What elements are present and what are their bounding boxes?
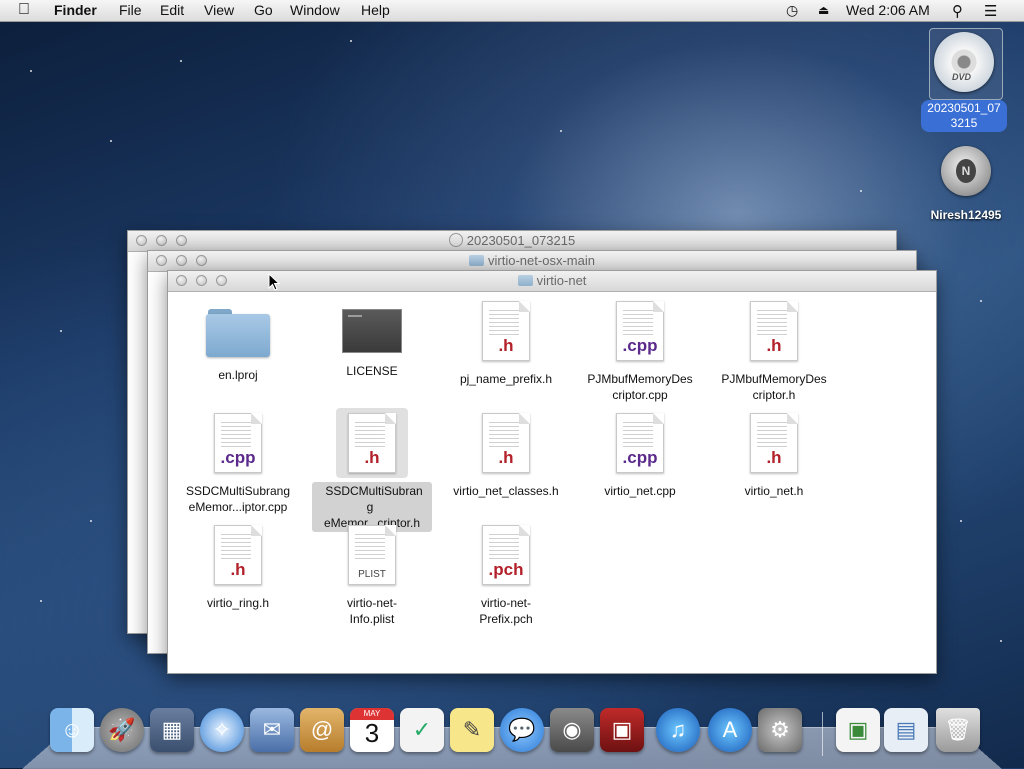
file-label: virtio_net.h <box>744 484 804 498</box>
menu-go[interactable]: Go <box>254 2 273 18</box>
window-title: virtio-net <box>536 273 587 288</box>
file-item-pj-name-prefix-h[interactable]: .h pj_name_prefix.h <box>446 301 566 387</box>
file-item-license[interactable]: LICENSE <box>312 301 432 379</box>
plist-file-icon: PLIST <box>348 525 396 585</box>
folder-icon <box>469 255 485 266</box>
finder-dock-icon[interactable]: ☺ <box>50 708 94 752</box>
desktop-dvd[interactable]: DVD 20230501_07 3215 <box>914 32 1014 132</box>
menu-clock[interactable]: Wed 2:06 AM <box>846 2 930 18</box>
header-file-icon: .h <box>214 525 262 585</box>
minimize-button[interactable] <box>196 275 207 286</box>
close-button[interactable] <box>176 275 187 286</box>
unix-executable-icon <box>342 309 402 353</box>
menu-bar:  Finder File Edit View Go Window Help ◷… <box>0 0 1024 22</box>
file-label: PJMbufMemoryDes criptor.cpp <box>587 372 693 402</box>
window-titlebar[interactable]: virtio-net-osx-main <box>148 251 916 272</box>
menu-help[interactable]: Help <box>361 2 390 18</box>
file-item-ssdc-cpp[interactable]: .cpp SSDCMultiSubrang eMemor...iptor.cpp <box>178 413 298 515</box>
folder-icon <box>206 309 270 357</box>
header-file-icon: .h <box>348 413 396 473</box>
photo-booth-dock-icon[interactable]: ▣ <box>600 708 644 752</box>
file-item-ssdc-h[interactable]: .h SSDCMultiSubrang eMemor...criptor.h <box>312 408 432 532</box>
minimize-button[interactable] <box>156 235 167 246</box>
window-title: 20230501_073215 <box>466 233 576 248</box>
menu-edit[interactable]: Edit <box>160 2 184 18</box>
file-item-prefix-pch[interactable]: .pch virtio-net- Prefix.pch <box>446 525 566 627</box>
file-label: virtio_ring.h <box>206 596 270 610</box>
file-label: PJMbufMemoryDes criptor.h <box>721 372 827 402</box>
dvd-disc-icon: DVD <box>934 32 994 92</box>
close-button[interactable] <box>136 235 147 246</box>
menu-view[interactable]: View <box>204 2 234 18</box>
zoom-button[interactable] <box>196 255 207 266</box>
file-item-virtio-net-classes-h[interactable]: .h virtio_net_classes.h <box>446 413 566 499</box>
network-volume-label: Niresh12495 <box>930 208 1002 222</box>
menu-window[interactable]: Window <box>290 2 340 18</box>
file-label: virtio_net_classes.h <box>453 484 559 498</box>
desktop-network-volume[interactable]: N Niresh12495 <box>916 146 1016 222</box>
file-item-pjmbuf-cpp[interactable]: .cpp PJMbufMemoryDes criptor.cpp <box>580 301 700 403</box>
apple-menu-icon[interactable]:  <box>18 1 30 19</box>
mail-dock-icon[interactable]: ✉ <box>250 708 294 752</box>
selection-highlight: .h <box>336 408 408 478</box>
file-item-virtio-net-h[interactable]: .h virtio_net.h <box>714 413 834 499</box>
safari-dock-icon[interactable]: ✧ <box>200 708 244 752</box>
zoom-button[interactable] <box>176 235 187 246</box>
file-item-virtio-ring-h[interactable]: .h virtio_ring.h <box>178 525 298 611</box>
messages-dock-icon[interactable]: 💬 <box>500 708 544 752</box>
reminders-dock-icon[interactable]: ✓ <box>400 708 444 752</box>
trash-dock-icon[interactable]: 🗑 <box>936 708 980 752</box>
file-item-info-plist[interactable]: PLIST virtio-net- Info.plist <box>312 525 432 627</box>
launchpad-dock-icon[interactable]: 🚀 <box>100 708 144 752</box>
disc-icon <box>448 233 463 247</box>
finder-window-front[interactable]: virtio-net en.lproj LICENSE .h pj_name_p… <box>167 270 937 674</box>
header-file-icon: .h <box>750 301 798 361</box>
downloads-stack-dock-icon[interactable]: ▣ <box>836 708 880 752</box>
file-label: virtio-net- Info.plist <box>346 596 397 626</box>
header-file-icon: .h <box>750 413 798 473</box>
facetime-dock-icon[interactable]: ◉ <box>550 708 594 752</box>
header-file-icon: .h <box>482 413 530 473</box>
folder-icon <box>517 275 533 286</box>
menu-file[interactable]: File <box>119 2 142 18</box>
eject-icon[interactable]: ⏏ <box>818 3 829 17</box>
cpp-file-icon: .cpp <box>214 413 262 473</box>
spotlight-search-icon[interactable]: ⚲ <box>952 2 963 20</box>
window-titlebar[interactable]: virtio-net <box>168 271 936 292</box>
documents-stack-dock-icon[interactable]: ▤ <box>884 708 928 752</box>
app-store-dock-icon[interactable]: A <box>708 708 752 752</box>
file-item-virtio-net-cpp[interactable]: .cpp virtio_net.cpp <box>580 413 700 499</box>
file-label: pj_name_prefix.h <box>459 372 553 386</box>
cpp-file-icon: .cpp <box>616 413 664 473</box>
file-label: virtio-net- Prefix.pch <box>479 596 533 626</box>
file-label: en.lproj <box>218 368 258 382</box>
time-machine-icon[interactable]: ◷ <box>786 2 798 19</box>
file-label: virtio_net.cpp <box>604 484 676 498</box>
header-file-icon: .h <box>482 301 530 361</box>
itunes-dock-icon[interactable]: ♫ <box>656 708 700 752</box>
file-label: LICENSE <box>346 364 398 378</box>
file-label: SSDCMultiSubrang eMemor...iptor.cpp <box>185 484 291 514</box>
file-item-pjmbuf-h[interactable]: .h PJMbufMemoryDes criptor.h <box>714 301 834 403</box>
calendar-dock-icon[interactable]: MAY 3 <box>350 708 394 752</box>
contacts-dock-icon[interactable]: @ <box>300 708 344 752</box>
cpp-file-icon: .cpp <box>616 301 664 361</box>
notes-dock-icon[interactable]: ✎ <box>450 708 494 752</box>
dock-separator <box>822 712 823 756</box>
zoom-button[interactable] <box>216 275 227 286</box>
network-disk-icon: N <box>941 146 991 196</box>
notification-list-icon[interactable]: ☰ <box>984 2 997 20</box>
mission-control-dock-icon[interactable]: ▦ <box>150 708 194 752</box>
file-item-en-lproj[interactable]: en.lproj <box>178 301 298 383</box>
pch-file-icon: .pch <box>482 525 530 585</box>
menu-finder[interactable]: Finder <box>54 2 97 18</box>
dvd-label: 20230501_07 3215 <box>921 100 1007 132</box>
system-preferences-dock-icon[interactable]: ⚙ <box>758 708 802 752</box>
minimize-button[interactable] <box>176 255 187 266</box>
window-titlebar[interactable]: 20230501_073215 <box>128 231 896 252</box>
close-button[interactable] <box>156 255 167 266</box>
mouse-cursor-icon <box>268 273 280 291</box>
window-title: virtio-net-osx-main <box>488 253 595 268</box>
